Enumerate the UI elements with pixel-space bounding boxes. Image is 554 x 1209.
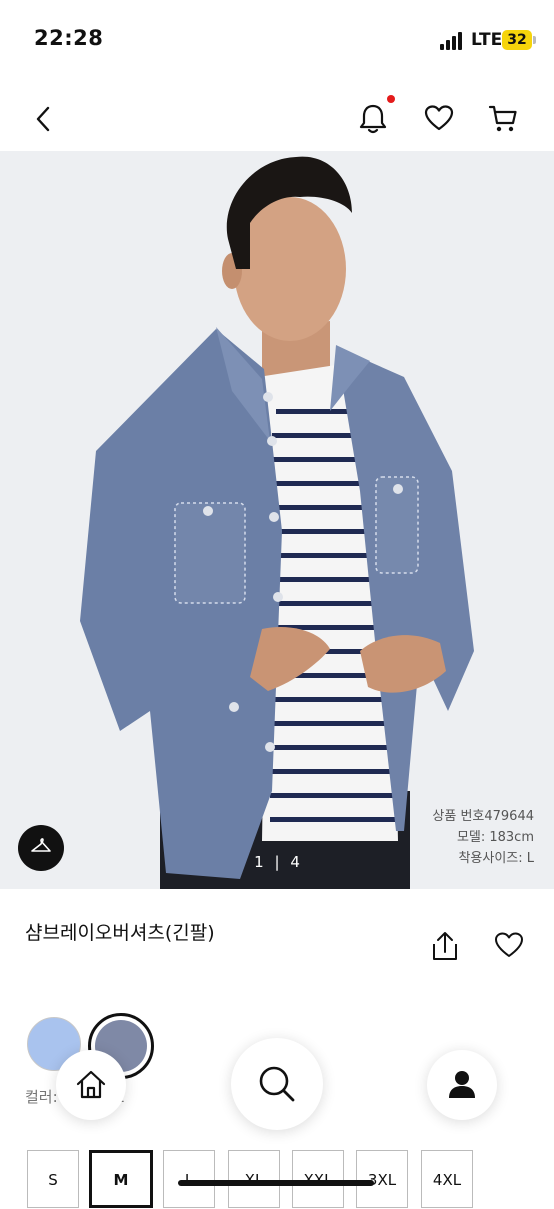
image-separator: | [274, 853, 280, 871]
status-time: 22:28 [34, 26, 104, 50]
heart-icon[interactable] [424, 104, 454, 132]
size-l[interactable]: L [163, 1150, 215, 1208]
product-title: 샴브레이오버셔츠(긴팔) [25, 922, 215, 944]
size-s[interactable]: S [27, 1150, 79, 1208]
network-label: LTE [471, 30, 503, 50]
product-number: 상품 번호479644 [432, 809, 534, 824]
signal-icon [440, 32, 466, 50]
status-bar: 22:28 LTE 32 [0, 0, 554, 80]
wishlist-heart-icon[interactable] [494, 930, 524, 960]
model-photo [0, 151, 554, 889]
bell-icon[interactable] [358, 102, 388, 136]
nav-bar [0, 84, 554, 150]
home-indicator [178, 1180, 374, 1186]
size-xxl[interactable]: XXL [292, 1150, 344, 1208]
image-current: 1 [254, 853, 264, 871]
search-icon [259, 1066, 295, 1102]
product-image[interactable] [0, 151, 554, 889]
share-icon[interactable] [430, 930, 460, 962]
home-button[interactable] [56, 1050, 126, 1120]
image-total: 4 [290, 853, 300, 871]
size-m[interactable]: M [89, 1150, 153, 1208]
model-info: 상품 번호479644 모델: 183cm 착용사이즈: L [432, 806, 534, 869]
home-icon [76, 1070, 106, 1099]
size-xl[interactable]: XL [228, 1150, 280, 1208]
battery-icon: 32 [502, 30, 532, 50]
notification-dot [387, 95, 395, 103]
size-4xl[interactable]: 4XL [421, 1150, 473, 1208]
size-3xl[interactable]: 3XL [356, 1150, 408, 1208]
back-icon[interactable] [34, 106, 54, 132]
user-icon [449, 1071, 475, 1098]
battery-tip [533, 36, 536, 44]
model-height: 모델: 183cm [456, 830, 534, 845]
model-size: 착용사이즈: L [458, 851, 534, 866]
search-button[interactable] [231, 1038, 323, 1130]
account-button[interactable] [427, 1050, 497, 1120]
cart-icon[interactable] [488, 104, 518, 134]
